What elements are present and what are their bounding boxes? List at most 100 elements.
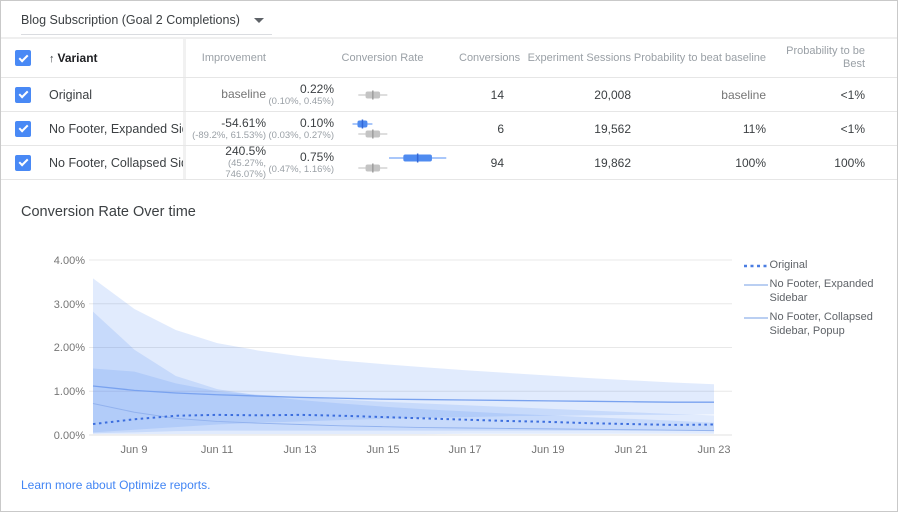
legend-label: No Footer, Collapsed Sidebar, Popup <box>770 310 897 338</box>
sessions-column-header: Experiment Sessions <box>504 52 631 65</box>
goal-selector-value: Blog Subscription (Goal 2 Completions) <box>21 13 240 27</box>
y-tick: 3.00% <box>54 299 85 311</box>
sort-ascending-icon: ↑ <box>49 53 55 65</box>
ci-boxplot-cell <box>334 114 459 144</box>
y-tick: 1.00% <box>54 386 85 398</box>
variant-header-label: Variant <box>58 51 98 65</box>
prob-beat-value: baseline <box>631 88 766 102</box>
ci-boxplot <box>346 114 458 144</box>
prob-beat-column-header: Probability to beat baseline <box>631 52 766 65</box>
checkbox-cell <box>1 155 45 171</box>
conversion-rate-value: 0.75% <box>266 151 334 164</box>
improvement-value: 240.5% <box>186 145 266 158</box>
legend-item-expanded-sidebar[interactable]: No Footer, Expanded Sidebar <box>742 277 897 305</box>
variant-name: Original <box>45 88 183 102</box>
optimize-report-page: Blog Subscription (Goal 2 Completions) ↑… <box>0 0 898 512</box>
variant-cell-group: Original <box>1 78 186 111</box>
ci-boxplot <box>346 80 458 110</box>
y-tick: 0.00% <box>54 430 85 442</box>
conversion-rate-value: 0.10% <box>266 117 334 130</box>
conversions-value: 14 <box>459 88 504 102</box>
x-tick: Jun 17 <box>448 444 481 456</box>
chart-title: Conversion Rate Over time <box>21 204 897 220</box>
conversion-rate-chart[interactable]: 0.00% 1.00% 2.00% 3.00% 4.00% Jun 9 Jun … <box>21 246 732 458</box>
variant-cell-group: No Footer, Expanded Side... <box>1 112 186 145</box>
chart-plot <box>93 278 714 434</box>
solid-line-swatch-icon <box>742 312 770 324</box>
row-checkbox[interactable] <box>15 121 31 137</box>
y-tick: 4.00% <box>54 255 85 267</box>
solid-line-swatch-icon <box>742 279 770 291</box>
legend-item-collapsed-sidebar[interactable]: No Footer, Collapsed Sidebar, Popup <box>742 310 897 338</box>
checkmark-icon <box>18 157 28 167</box>
variant-header-group: ↑Variant <box>1 39 186 77</box>
chart-area: 0.00% 1.00% 2.00% 3.00% 4.00% Jun 9 Jun … <box>21 246 897 458</box>
sessions-value: 19,562 <box>504 122 631 136</box>
prob-best-value: 100% <box>766 156 883 170</box>
ci-boxplot-cell <box>334 148 459 178</box>
conversion-rate-value: 0.22% <box>266 83 334 96</box>
x-tick: Jun 19 <box>531 444 564 456</box>
improvement-ci: (-89.2%, 61.53%) <box>186 130 266 141</box>
checkmark-icon <box>18 123 28 133</box>
variant-name: No Footer, Expanded Side... <box>45 122 183 136</box>
improvement-cell: 240.5% (45.27%, 746.07%) <box>186 145 266 180</box>
conversion-rate-ci: (0.03%, 0.27%) <box>266 130 334 141</box>
table-row-expanded-sidebar: No Footer, Expanded Side... -54.61% (-89… <box>1 112 897 146</box>
conversions-column-header: Conversions <box>459 52 504 65</box>
improvement-column-header: Improvement <box>186 52 266 65</box>
conversion-rate-ci: (0.47%, 1.16%) <box>266 164 334 175</box>
legend-label: Original <box>770 258 808 272</box>
prob-best-column-header: Probability to be Best <box>766 45 883 71</box>
table-row-original: Original baseline 0.22% (0.10%, 0.45%) 1… <box>1 78 897 112</box>
conversions-value: 6 <box>459 122 504 136</box>
checkbox-cell <box>1 121 45 137</box>
variant-cell-group: No Footer, Collapsed Side... <box>1 146 186 179</box>
chart-legend: Original No Footer, Expanded Sidebar No … <box>742 246 897 458</box>
checkmark-icon <box>18 52 28 62</box>
legend-item-original[interactable]: Original <box>742 258 897 272</box>
conversion-rate-cell: 0.10% (0.03%, 0.27%) <box>266 117 334 141</box>
improvement-value: -54.61% <box>186 117 266 130</box>
conversions-value: 94 <box>459 156 504 170</box>
improvement-cell: -54.61% (-89.2%, 61.53%) <box>186 117 266 141</box>
learn-more-link[interactable]: Learn more about Optimize reports. <box>21 478 210 492</box>
row-checkbox[interactable] <box>15 155 31 171</box>
x-tick: Jun 21 <box>614 444 647 456</box>
dropdown-caret-icon <box>254 18 264 23</box>
x-tick: Jun 9 <box>121 444 148 456</box>
results-table-header: ↑Variant Improvement Conversion Rate Con… <box>1 39 897 78</box>
sessions-value: 20,008 <box>504 88 631 102</box>
dotted-line-swatch-icon <box>742 260 770 272</box>
x-tick: Jun 15 <box>366 444 399 456</box>
x-tick: Jun 11 <box>201 444 233 456</box>
variant-name: No Footer, Collapsed Side... <box>45 156 183 170</box>
ci-boxplot <box>346 148 458 178</box>
checkmark-icon <box>18 89 28 99</box>
conversion-rate-cell: 0.22% (0.10%, 0.45%) <box>266 83 334 107</box>
report-toolbar: Blog Subscription (Goal 2 Completions) <box>1 1 897 39</box>
prob-best-value: <1% <box>766 122 883 136</box>
prob-best-value: <1% <box>766 88 883 102</box>
checkbox-cell <box>1 87 45 103</box>
y-tick: 2.00% <box>54 342 85 354</box>
select-all-checkbox[interactable] <box>15 50 31 66</box>
prob-beat-value: 11% <box>631 122 766 136</box>
legend-label: No Footer, Expanded Sidebar <box>770 277 897 305</box>
table-row-collapsed-sidebar: No Footer, Collapsed Side... 240.5% (45.… <box>1 146 897 180</box>
sessions-value: 19,862 <box>504 156 631 170</box>
conversion-rate-column-header: Conversion Rate <box>266 52 459 65</box>
goal-selector-dropdown[interactable]: Blog Subscription (Goal 2 Completions) <box>21 13 272 35</box>
variant-column-header[interactable]: ↑Variant <box>45 51 183 65</box>
header-checkbox-cell <box>1 50 45 66</box>
improvement-ci: (45.27%, 746.07%) <box>186 158 266 180</box>
ci-boxplot-cell <box>334 80 459 110</box>
y-axis-tick-labels: 0.00% 1.00% 2.00% 3.00% 4.00% <box>54 255 85 442</box>
prob-beat-value: 100% <box>631 156 766 170</box>
x-tick: Jun 13 <box>283 444 316 456</box>
x-tick: Jun 23 <box>697 444 730 456</box>
row-checkbox[interactable] <box>15 87 31 103</box>
conversion-rate-cell: 0.75% (0.47%, 1.16%) <box>266 151 334 175</box>
conversion-rate-ci: (0.10%, 0.45%) <box>266 96 334 107</box>
improvement-cell: baseline <box>186 88 266 101</box>
